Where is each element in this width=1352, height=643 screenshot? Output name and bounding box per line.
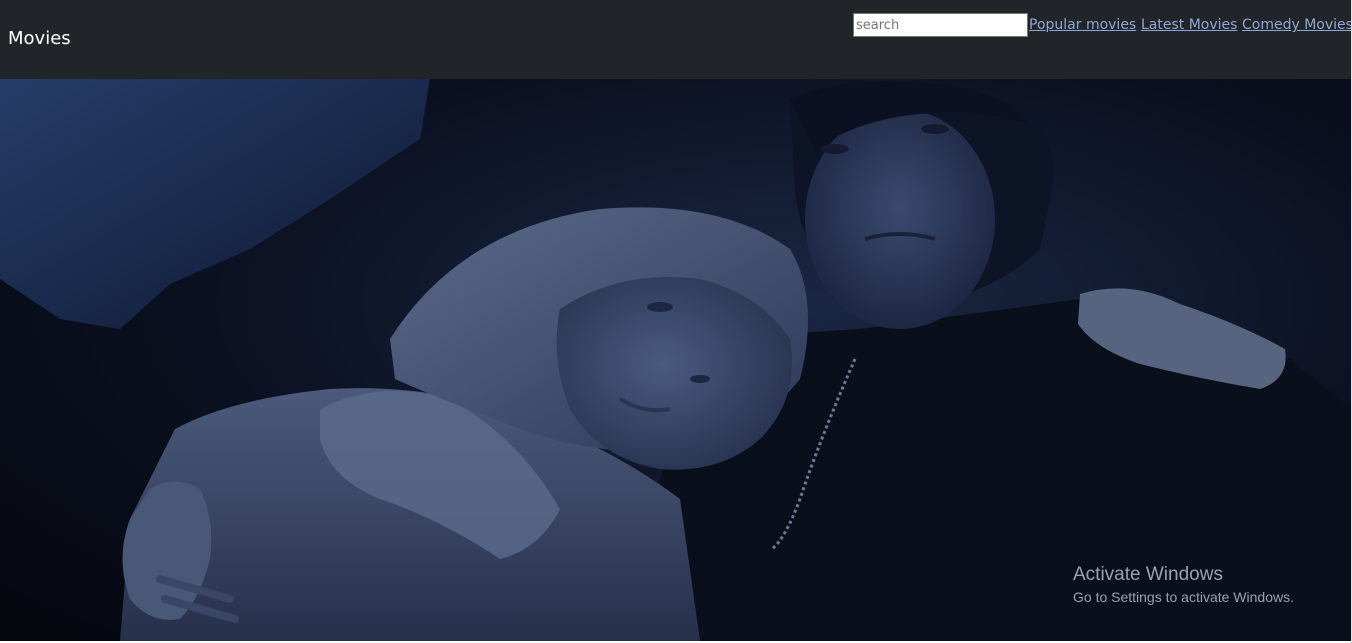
blurred-background-shape bbox=[0, 79, 430, 329]
navbar: Movies Popular movies Latest Movies Come… bbox=[0, 0, 1352, 79]
activate-windows-subtitle: Go to Settings to activate Windows. bbox=[1073, 589, 1294, 605]
activate-windows-title: Activate Windows bbox=[1073, 564, 1223, 585]
nav-link-popular-movies[interactable]: Popular movies bbox=[1029, 17, 1136, 34]
nav-link-latest-movies[interactable]: Latest Movies bbox=[1141, 17, 1237, 34]
hero-banner-image bbox=[0, 79, 1351, 641]
man-face bbox=[805, 109, 995, 329]
nav-link-comedy-movies[interactable]: Comedy Movies bbox=[1242, 17, 1352, 34]
search-input[interactable] bbox=[853, 13, 1028, 37]
brand-title[interactable]: Movies bbox=[8, 28, 71, 50]
hero-scene bbox=[0, 79, 1351, 641]
